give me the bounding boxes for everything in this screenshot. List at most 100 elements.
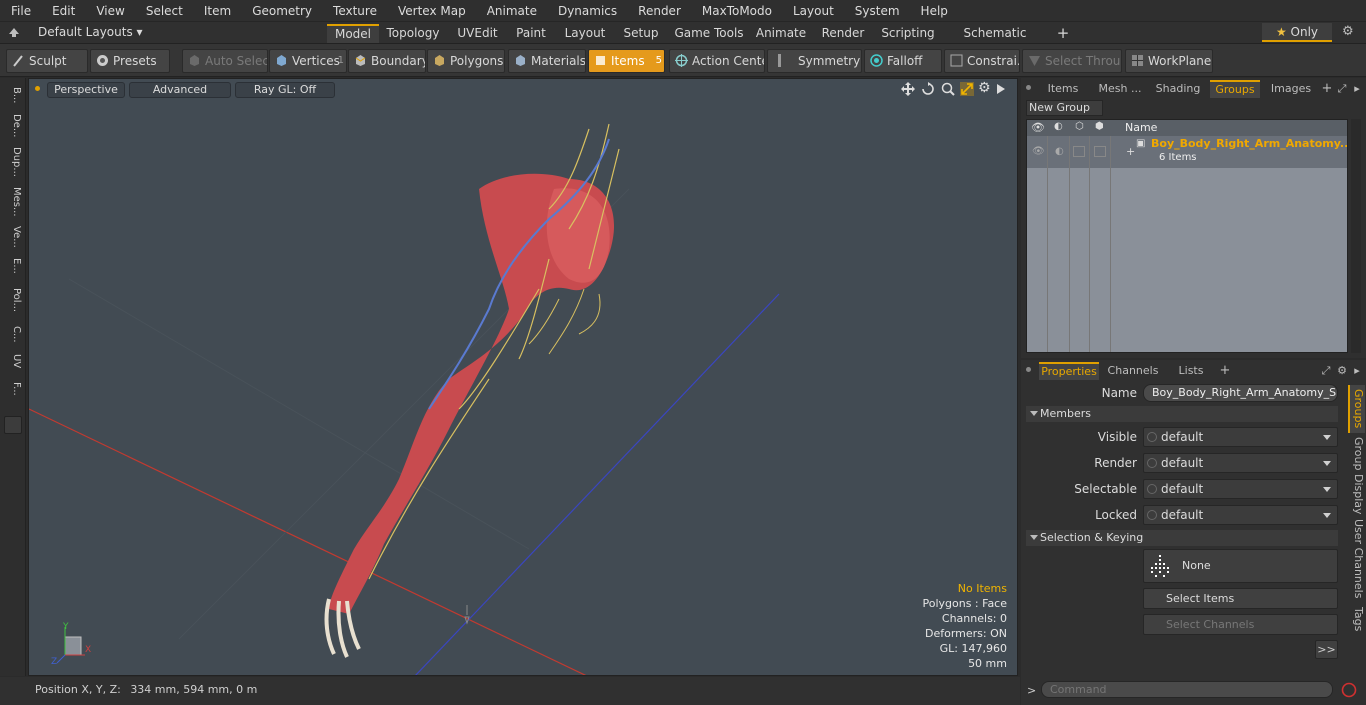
strip-tab-curve[interactable]: C... — [4, 322, 22, 346]
action-center-button[interactable]: Action Center — [669, 49, 765, 73]
select-through-button[interactable]: Select Through — [1022, 49, 1122, 73]
menu-help[interactable]: Help — [910, 4, 958, 18]
strip-tab-mesh[interactable]: Mes... — [4, 184, 22, 220]
tab-topology[interactable]: Topology — [383, 24, 443, 43]
menu-view[interactable]: View — [85, 4, 134, 18]
menu-item[interactable]: Item — [193, 4, 241, 18]
panel-menu-icon[interactable]: ⤢ — [1335, 80, 1349, 98]
falloff-button[interactable]: Falloff — [864, 49, 942, 73]
polygons-button[interactable]: Polygons — [427, 49, 505, 73]
symmetry-button[interactable]: Symmetry — [767, 49, 862, 73]
tab-animate[interactable]: Animate — [752, 24, 810, 43]
items-button[interactable]: Items 5 — [588, 49, 665, 73]
menu-file[interactable]: File — [0, 4, 41, 18]
group-row[interactable]: 👁 ◐ + ▣ Boy_Body_Right_Arm_Anatomy... 6 … — [1027, 136, 1347, 168]
constrain-button[interactable]: Constrai... — [944, 49, 1020, 73]
layout-up-icon[interactable] — [8, 27, 20, 38]
locked-dropdown[interactable]: default — [1143, 505, 1338, 525]
add-tab-icon[interactable]: + — [1219, 362, 1231, 380]
only-toggle[interactable]: ★ Only — [1262, 23, 1332, 42]
row-select-checkbox[interactable] — [1073, 146, 1085, 157]
vertices-button[interactable]: Vertices 1 — [269, 49, 347, 73]
3d-viewport[interactable]: Perspective Advanced Ray GL: Off ⚙ Y X Z… — [28, 78, 1018, 676]
gear-icon[interactable]: ⚙ — [1342, 24, 1354, 39]
strip-tab-edge[interactable]: E... — [4, 254, 22, 278]
menu-texture[interactable]: Texture — [322, 4, 387, 18]
select-icon[interactable]: ⬡ — [1075, 121, 1084, 132]
strip-tab-basic[interactable]: B... — [4, 82, 22, 108]
tab-paint[interactable]: Paint — [510, 24, 552, 43]
tab-scripting[interactable]: Scripting — [878, 24, 938, 43]
tab-setup[interactable]: Setup — [618, 24, 664, 43]
tab-groups[interactable]: Groups — [1210, 80, 1260, 98]
selection-keying-section-header[interactable]: Selection & Keying — [1026, 530, 1338, 546]
side-tab-user-channels[interactable]: User Channels — [1348, 518, 1365, 600]
tab-mesh[interactable]: Mesh ... — [1093, 80, 1147, 98]
tab-images[interactable]: Images — [1265, 80, 1317, 98]
strip-tab-fusion[interactable]: F... — [4, 376, 22, 402]
tab-channels[interactable]: Channels — [1105, 362, 1161, 380]
eye-icon[interactable]: 👁 — [1031, 121, 1045, 134]
workplane-button[interactable]: WorkPlane — [1125, 49, 1213, 73]
tab-lists[interactable]: Lists — [1169, 362, 1213, 380]
menu-select[interactable]: Select — [135, 4, 193, 18]
record-icon[interactable] — [1341, 682, 1357, 698]
menu-maxtomodo[interactable]: MaxToModo — [691, 4, 782, 18]
members-section-header[interactable]: Members — [1026, 406, 1338, 422]
menu-geometry[interactable]: Geometry — [241, 4, 322, 18]
materials-button[interactable]: Materials — [508, 49, 586, 73]
more-button[interactable]: >> — [1315, 640, 1338, 659]
tab-uvedit[interactable]: UVEdit — [450, 24, 505, 43]
side-tab-tags[interactable]: Tags — [1348, 602, 1365, 636]
strip-tab-uv[interactable]: UV — [4, 350, 22, 372]
menu-dynamics[interactable]: Dynamics — [547, 4, 627, 18]
tab-render[interactable]: Render — [818, 24, 868, 43]
menu-edit[interactable]: Edit — [41, 4, 85, 18]
panel-menu-icon[interactable]: ⤢ — [1319, 362, 1333, 380]
boundary-button[interactable]: Boundary — [348, 49, 426, 73]
lock-icon[interactable]: ⬢ — [1095, 121, 1104, 132]
tab-items[interactable]: Items — [1039, 80, 1087, 98]
panel-gear-icon[interactable]: ⚙ — [1335, 362, 1349, 380]
name-field[interactable]: Boy_Body_Right_Arm_Anatomy_Skinle — [1143, 384, 1338, 402]
layout-selector[interactable]: Default Layouts ▾ — [38, 25, 143, 39]
panel-expand-icon[interactable]: ▸ — [1351, 80, 1363, 98]
select-items-button[interactable]: Select Items — [1143, 588, 1338, 609]
auto-select-button[interactable]: Auto Select — [182, 49, 268, 73]
tab-game-tools[interactable]: Game Tools — [672, 24, 746, 43]
row-eye-icon[interactable]: 👁 — [1032, 146, 1045, 157]
menu-vertex-map[interactable]: Vertex Map — [387, 4, 476, 18]
select-channels-button[interactable]: Select Channels — [1143, 614, 1338, 635]
visible-dropdown[interactable]: default — [1143, 427, 1338, 447]
menu-system[interactable]: System — [844, 4, 910, 18]
render-dropdown[interactable]: default — [1143, 453, 1338, 473]
presets-button[interactable]: Presets — [90, 49, 170, 73]
strip-tab-duplicate[interactable]: Dup... — [4, 144, 22, 180]
expand-icon[interactable]: + — [1126, 145, 1135, 158]
tab-properties[interactable]: Properties — [1039, 362, 1099, 380]
tab-schematic-fusion[interactable]: Schematic Fusion — [946, 24, 1044, 59]
name-column-header[interactable]: Name — [1125, 121, 1157, 134]
strip-tab-polygon[interactable]: Pol... — [4, 282, 22, 318]
row-render-icon[interactable]: ◐ — [1055, 146, 1064, 157]
panel-expand-icon[interactable]: ▸ — [1351, 362, 1363, 380]
menu-animate[interactable]: Animate — [476, 4, 547, 18]
strip-toggle-button[interactable] — [4, 416, 22, 434]
add-tab-icon[interactable]: + — [1054, 24, 1072, 43]
command-input[interactable] — [1041, 681, 1333, 698]
menu-render[interactable]: Render — [627, 4, 691, 18]
strip-tab-deform[interactable]: De... — [4, 112, 22, 140]
tab-layout[interactable]: Layout — [560, 24, 610, 43]
selectable-dropdown[interactable]: default — [1143, 479, 1338, 499]
tab-model[interactable]: Model — [327, 24, 379, 43]
side-tab-groups[interactable]: Groups — [1348, 385, 1365, 433]
render-icon[interactable]: ◐ — [1054, 121, 1063, 132]
menu-layout[interactable]: Layout — [782, 4, 844, 18]
strip-tab-vertex[interactable]: Ve... — [4, 224, 22, 250]
groups-scrollbar[interactable] — [1351, 119, 1361, 353]
row-lock-checkbox[interactable] — [1094, 146, 1106, 157]
tab-shading[interactable]: Shading — [1151, 80, 1205, 98]
side-tab-group-display[interactable]: Group Display — [1348, 436, 1365, 516]
sculpt-button[interactable]: Sculpt — [6, 49, 88, 73]
add-tab-icon[interactable]: + — [1321, 80, 1333, 98]
